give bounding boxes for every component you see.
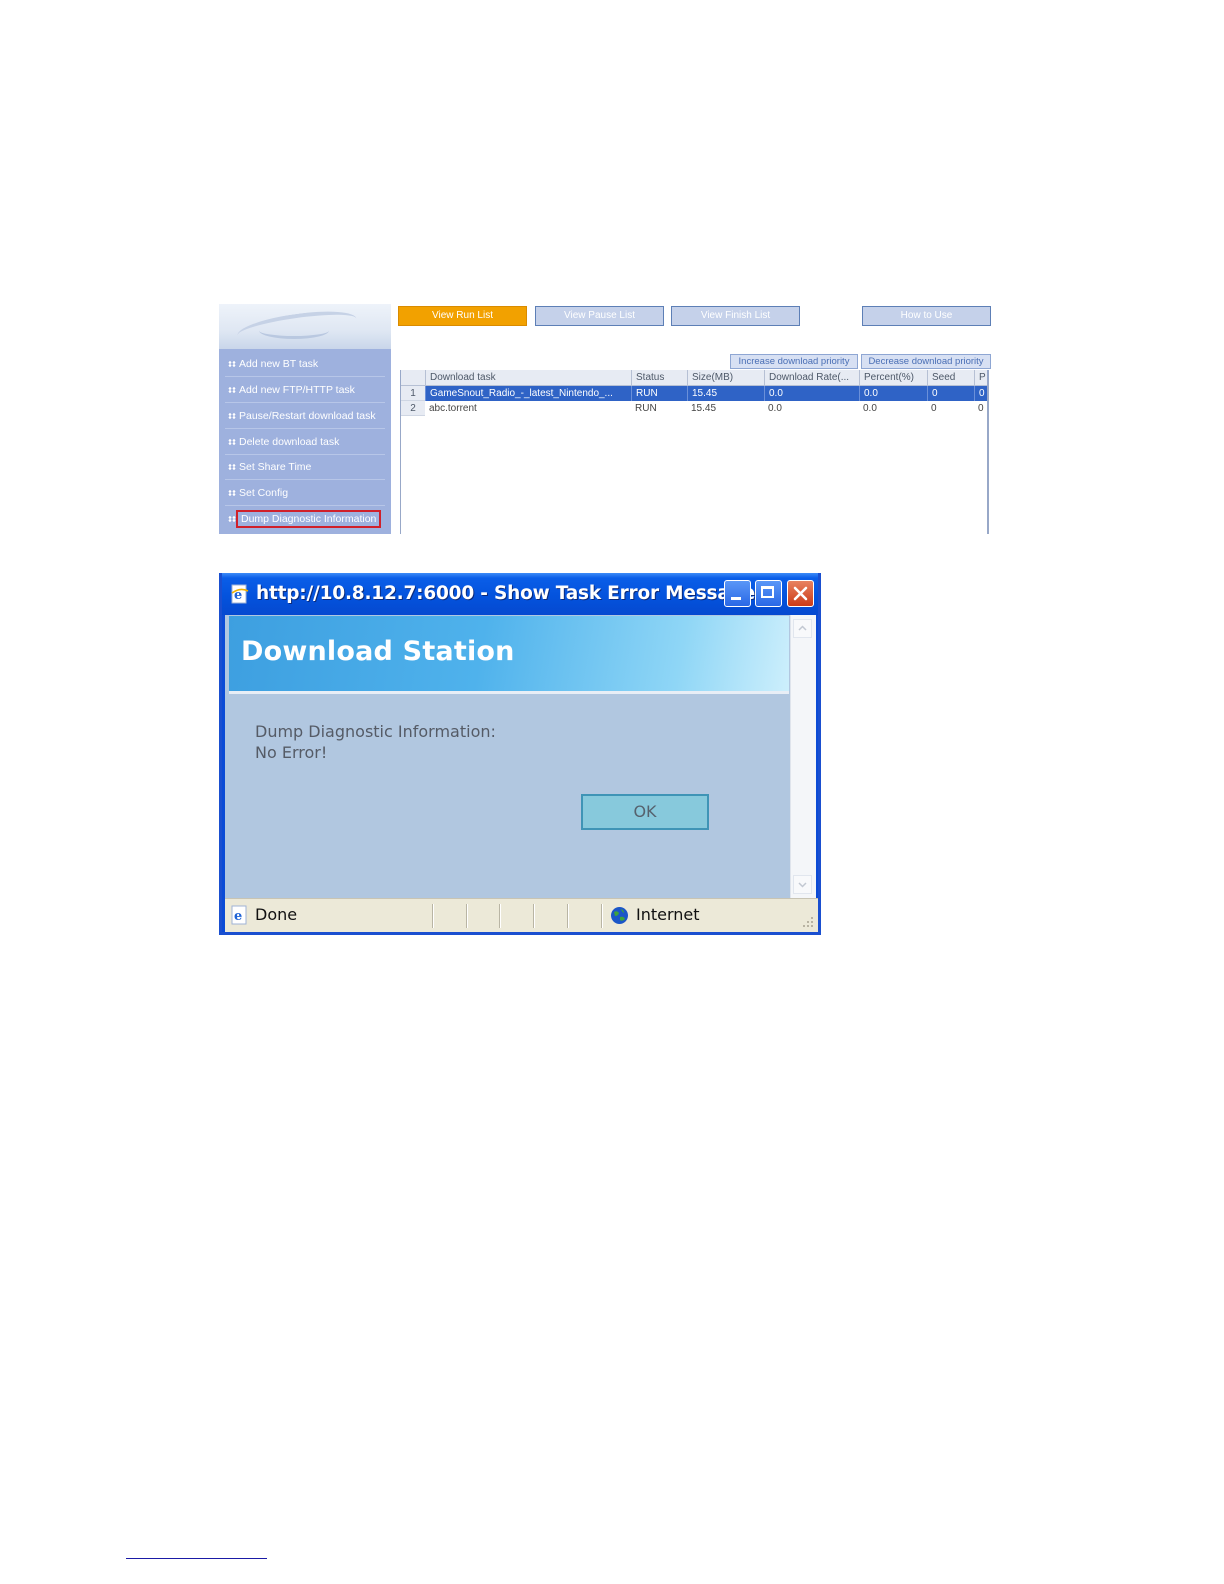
tab-how-to-use[interactable]: How to Use	[862, 306, 991, 326]
task-pane: Increase download priority Decrease down…	[391, 349, 993, 534]
sidebar-item-add-bt-task[interactable]: Add new BT task	[225, 352, 385, 377]
window-titlebar[interactable]: e http://10.8.12.7:6000 - Show Task Erro…	[222, 573, 818, 615]
cell-status: RUN	[631, 386, 687, 401]
divider	[533, 904, 535, 928]
divider	[432, 904, 434, 928]
grid-header: Download task Status Size(MB) Download R…	[401, 370, 987, 386]
column-header-percent[interactable]: Percent(%)	[859, 370, 927, 385]
bullet-icon	[228, 490, 236, 497]
scroll-up-arrow-icon	[798, 625, 807, 631]
cell-size: 15.45	[691, 403, 717, 414]
cell-percent: 0.0	[863, 403, 877, 414]
footnote-rule	[126, 1558, 267, 1559]
divider	[466, 904, 468, 928]
decrease-priority-button[interactable]: Decrease download priority	[861, 354, 991, 369]
sidebar-menu: Add new BT task Add new FTP/HTTP task Pa…	[219, 349, 391, 534]
table-row[interactable]: 1 GameSnout_Radio_-_latest_Nintendo_... …	[401, 386, 987, 401]
ie-status-icon: e	[231, 905, 247, 925]
column-header-size[interactable]: Size(MB)	[687, 370, 764, 385]
close-button[interactable]	[787, 580, 814, 607]
sidebar-item-dump-diagnostic[interactable]: Dump Diagnostic Information	[225, 507, 385, 532]
column-header-seed[interactable]: Seed	[927, 370, 974, 385]
table-row[interactable]: 2 abc.torrent RUN 15.45 0.0 0.0 0 0	[401, 401, 987, 416]
security-zone-label: Internet	[636, 905, 700, 924]
minimize-icon	[731, 597, 741, 600]
cell-percent: 0.0	[859, 386, 927, 401]
close-icon	[793, 586, 808, 601]
ie-page-icon: e	[231, 584, 249, 604]
maximize-button[interactable]	[755, 580, 782, 607]
row-number: 1	[401, 386, 425, 401]
divider	[229, 691, 789, 694]
message-line-result: No Error!	[255, 743, 328, 762]
cell-rate: 0.0	[764, 386, 859, 401]
status-bar: e Done Internet	[225, 898, 818, 932]
column-header-task[interactable]: Download task	[425, 370, 631, 385]
maximize-icon	[761, 586, 774, 598]
tab-view-pause-list[interactable]: View Pause List	[535, 306, 664, 326]
divider	[567, 904, 569, 928]
app-logo	[219, 304, 391, 349]
sidebar-item-add-ftp-http-task[interactable]: Add new FTP/HTTP task	[225, 378, 385, 403]
sidebar-item-pause-restart-task[interactable]: Pause/Restart download task	[225, 404, 385, 429]
bullet-icon	[228, 464, 236, 471]
tab-view-run-list[interactable]: View Run List	[398, 306, 527, 326]
cell-p: 0	[974, 386, 987, 401]
sidebar-item-set-config[interactable]: Set Config	[225, 481, 385, 506]
window-title: http://10.8.12.7:6000 - Show Task Error …	[256, 583, 782, 604]
status-text: Done	[255, 905, 298, 924]
bullet-icon	[228, 516, 236, 523]
popup-content: Download Station Dump Diagnostic Informa…	[225, 615, 790, 898]
minimize-button[interactable]	[724, 580, 751, 607]
cell-seed: 0	[931, 403, 937, 414]
bullet-icon	[228, 413, 236, 420]
sidebar-item-set-share-time[interactable]: Set Share Time	[225, 455, 385, 480]
cell-task: abc.torrent	[429, 403, 477, 414]
ok-button[interactable]: OK	[581, 794, 709, 830]
column-header-p[interactable]: P	[974, 370, 987, 385]
cell-task: GameSnout_Radio_-_latest_Nintendo_...	[425, 386, 631, 401]
scroll-up-button[interactable]	[793, 619, 812, 638]
banner-title: Download Station	[241, 636, 515, 667]
cell-rate: 0.0	[768, 403, 782, 414]
top-tab-bar: View Run List View Pause List View Finis…	[391, 304, 993, 349]
increase-priority-button[interactable]: Increase download priority	[730, 354, 858, 369]
bullet-icon	[228, 439, 236, 446]
cell-seed: 0	[927, 386, 974, 401]
svg-text:e: e	[234, 909, 242, 924]
vertical-scrollbar[interactable]	[790, 615, 816, 898]
divider	[499, 904, 501, 928]
scroll-down-button[interactable]	[793, 875, 812, 894]
bullet-icon	[228, 387, 236, 394]
resize-grip-icon[interactable]	[801, 915, 815, 929]
download-station-list-screenshot: View Run List View Pause List View Finis…	[219, 304, 993, 534]
column-header-status[interactable]: Status	[631, 370, 687, 385]
task-grid: Download task Status Size(MB) Download R…	[400, 370, 989, 534]
message-line-heading: Dump Diagnostic Information:	[255, 722, 496, 741]
cell-p: 0	[978, 403, 984, 414]
cell-size: 15.45	[687, 386, 764, 401]
globe-icon	[611, 907, 628, 924]
divider	[601, 904, 603, 928]
bullet-icon	[228, 361, 236, 368]
download-station-banner: Download Station	[229, 616, 789, 691]
scroll-down-arrow-icon	[798, 882, 807, 888]
column-header-rate[interactable]: Download Rate(...	[764, 370, 859, 385]
tab-view-finish-list[interactable]: View Finish List	[671, 306, 800, 326]
row-number: 2	[401, 401, 425, 416]
cell-status: RUN	[635, 403, 657, 414]
error-message-popup-window: e http://10.8.12.7:6000 - Show Task Erro…	[219, 573, 821, 935]
sidebar-item-delete-task[interactable]: Delete download task	[225, 430, 385, 455]
